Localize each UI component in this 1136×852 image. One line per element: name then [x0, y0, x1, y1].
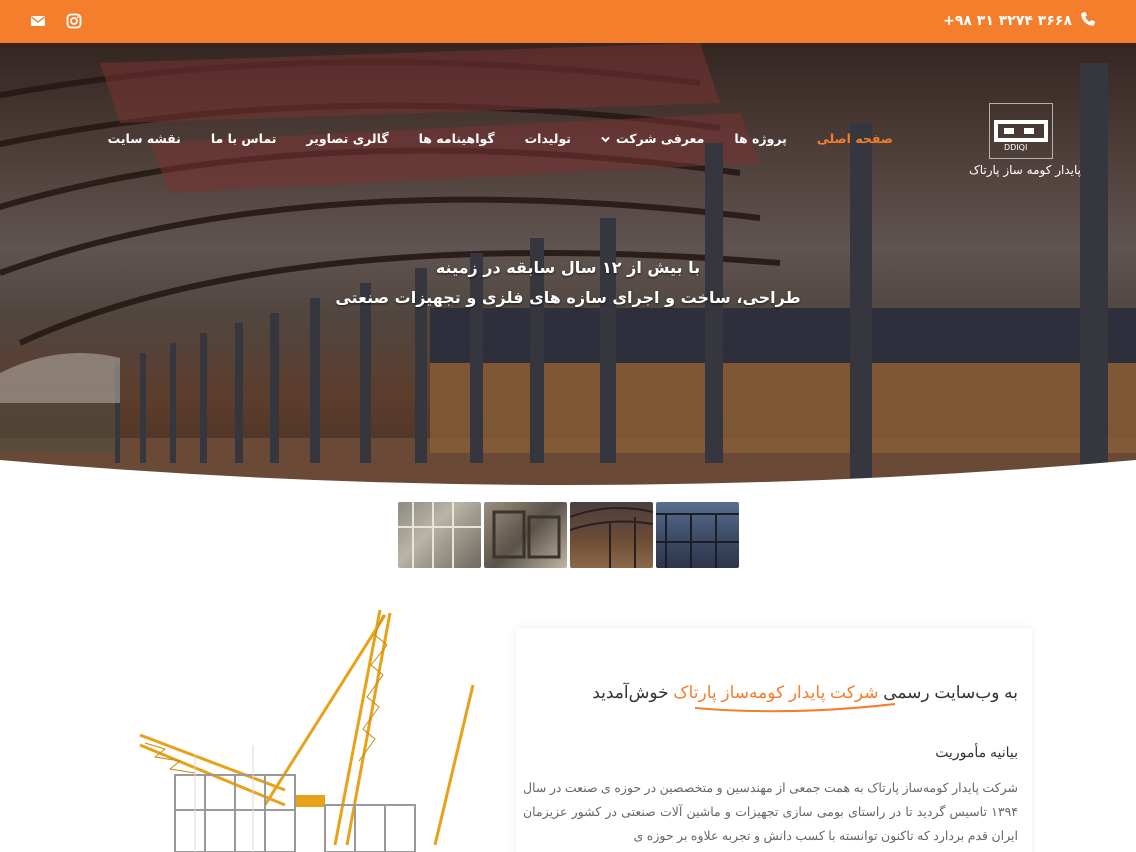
- nav-label: تولیدات: [524, 131, 571, 146]
- slider-thumbnail[interactable]: [484, 502, 567, 568]
- top-bar: +۹۸ ۳۱ ۳۲۷۴ ۳۶۶۸: [0, 0, 1136, 43]
- phone-icon: [1080, 11, 1096, 31]
- nav-item-about[interactable]: معرفی شرکت: [586, 131, 719, 146]
- nav-label: نقشه سایت: [107, 131, 181, 146]
- tower-cranes-image: [135, 605, 480, 852]
- logo-mark: DDIQI: [989, 103, 1053, 159]
- nav-item-home[interactable]: صفحه اصلی: [802, 131, 908, 146]
- nav-item-gallery[interactable]: گالری تصاویر: [291, 131, 403, 146]
- logo-text: پایدار کومه ساز پارتاک: [968, 163, 1081, 177]
- company-logo[interactable]: DDIQI پایدار کومه ساز پارتاک: [966, 103, 1081, 178]
- slider-thumbnails: [398, 502, 739, 568]
- nav-label: پروژه ها: [734, 131, 787, 146]
- instagram-icon[interactable]: [66, 12, 84, 30]
- hero-headline: با بیش از ۱۲ سال سابقه در زمینه: [435, 258, 701, 277]
- welcome-suffix: خوش‌آمدید: [592, 683, 669, 702]
- slider-thumbnail[interactable]: [570, 502, 653, 568]
- nav-item-products[interactable]: تولیدات: [510, 131, 586, 146]
- welcome-prefix: به وب‌سایت رسمی: [883, 683, 1018, 702]
- social-links: [30, 12, 84, 30]
- nav-label: گواهینامه ها: [418, 131, 495, 146]
- svg-text:DDIQI: DDIQI: [1004, 143, 1027, 152]
- nav-label: گالری تصاویر: [306, 131, 389, 146]
- chevron-down-icon: [601, 131, 610, 146]
- slider-thumbnail[interactable]: [398, 502, 481, 568]
- nav-item-contact[interactable]: تماس با ما: [196, 131, 292, 146]
- highlight-underline: [694, 703, 896, 713]
- slider-thumbnail[interactable]: [656, 502, 739, 568]
- nav-item-sitemap[interactable]: نقشه سایت: [93, 131, 196, 146]
- nav-item-projects[interactable]: پروژه ها: [719, 131, 802, 146]
- mission-title: بیانیه مأموریت: [935, 744, 1018, 760]
- mission-paragraph: شرکت پایدار کومه‌ساز پارتاک به همت جمعی …: [522, 781, 1018, 843]
- hero-section: DDIQI پایدار کومه ساز پارتاک صفحه اصلی پ…: [0, 43, 1136, 499]
- nav-label: تماس با ما: [210, 131, 277, 146]
- phone-contact[interactable]: +۹۸ ۳۱ ۳۲۷۴ ۳۶۶۸: [943, 11, 1096, 31]
- nav-label: صفحه اصلی: [816, 131, 893, 146]
- hero-subheadline: طراحی، ساخت و اجرای سازه های فلزی و تجهی…: [335, 288, 801, 307]
- nav-item-certificates[interactable]: گواهینامه ها: [404, 131, 510, 146]
- nav-label: معرفی شرکت: [616, 131, 705, 146]
- phone-number: +۹۸ ۳۱ ۳۲۷۴ ۳۶۶۸: [943, 13, 1072, 29]
- envelope-icon[interactable]: [30, 12, 48, 30]
- hero-wave-divider: [0, 460, 1136, 499]
- main-navigation: صفحه اصلی پروژه ها معرفی شرکت تولیدات گو…: [93, 131, 908, 146]
